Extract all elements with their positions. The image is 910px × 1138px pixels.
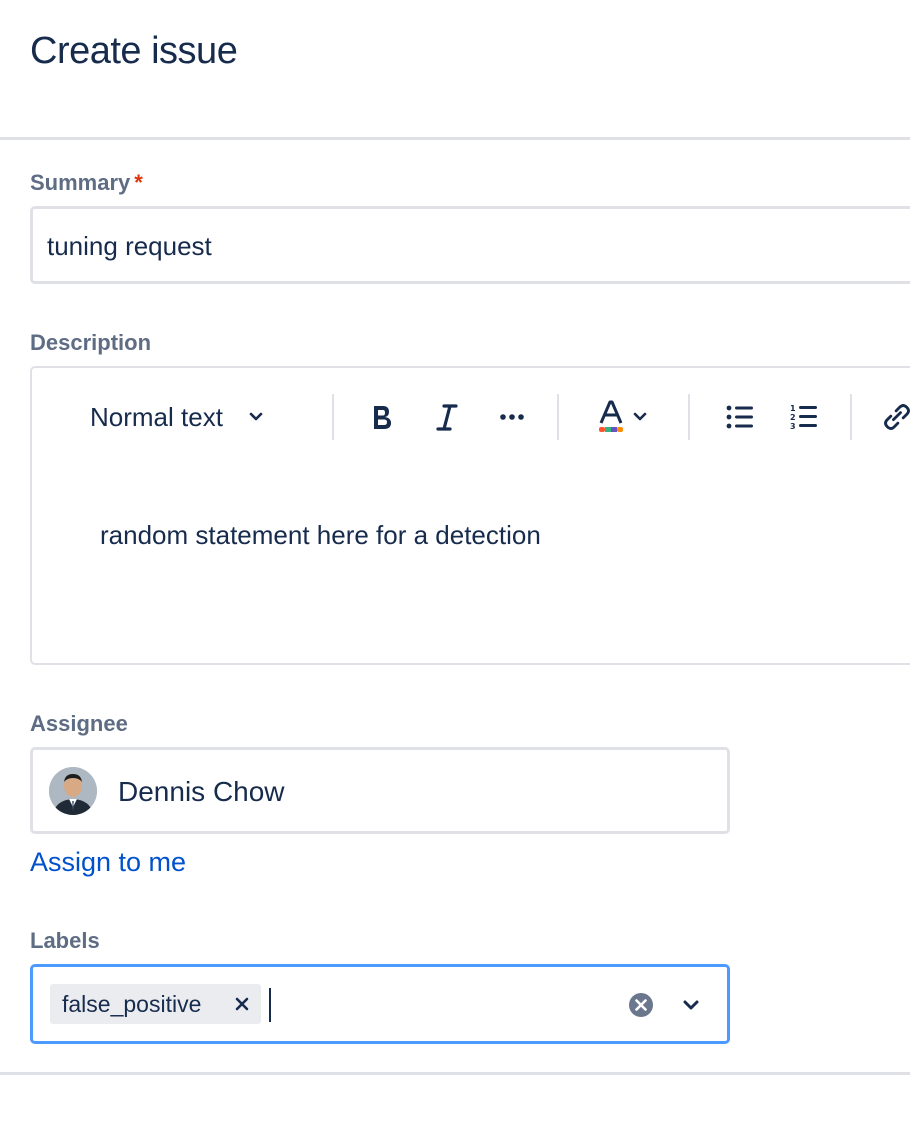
chevron-down-icon (633, 412, 647, 421)
svg-text:2: 2 (790, 413, 796, 422)
text-cursor (269, 988, 271, 1022)
text-style-dropdown[interactable]: Normal text (90, 390, 267, 444)
summary-input[interactable]: tuning request (30, 206, 910, 284)
labels-label: Labels (30, 928, 100, 953)
italic-button[interactable] (427, 390, 467, 444)
numbered-list-button[interactable]: 123 (784, 390, 824, 444)
toolbar-separator (557, 394, 559, 440)
label-chip: false_positive (50, 984, 261, 1024)
bold-button[interactable] (362, 390, 402, 444)
footer-divider (0, 1072, 910, 1075)
labels-input[interactable]: false_positive (30, 964, 730, 1044)
toolbar-separator (332, 394, 334, 440)
label-chip-text: false_positive (62, 991, 202, 1017)
bullet-list-icon (726, 405, 753, 429)
svg-text:1: 1 (790, 404, 796, 413)
bullet-list-button[interactable] (720, 390, 760, 444)
remove-label-icon[interactable] (230, 992, 254, 1016)
italic-icon (436, 404, 458, 431)
chevron-down-icon[interactable] (677, 991, 705, 1019)
required-marker: * (134, 170, 143, 195)
toolbar-separator (850, 394, 852, 440)
header-divider (0, 137, 910, 140)
link-icon (884, 404, 910, 430)
chevron-down-icon (249, 412, 263, 421)
numbered-list-icon: 123 (790, 404, 817, 430)
more-formatting-button[interactable] (492, 390, 532, 444)
description-content[interactable]: random statement here for a detection (100, 520, 541, 551)
text-style-label: Normal text (90, 401, 223, 432)
assignee-select[interactable]: Dennis Chow (30, 747, 730, 834)
text-color-button[interactable] (592, 390, 654, 444)
editor-toolbar: Normal text 123 (32, 390, 910, 444)
toolbar-separator (688, 394, 690, 440)
user-avatar-icon (49, 767, 97, 815)
avatar (49, 767, 97, 815)
more-icon (500, 414, 524, 420)
summary-label: Summary * (30, 170, 143, 195)
bold-icon (374, 406, 391, 429)
description-editor[interactable]: Normal text 123 random statement here fo… (30, 366, 910, 665)
summary-value: tuning request (47, 231, 212, 261)
assign-to-me-link[interactable]: Assign to me (30, 847, 186, 878)
description-label: Description (30, 330, 152, 355)
assignee-name: Dennis Chow (118, 776, 285, 807)
clear-icon[interactable] (627, 991, 655, 1019)
assignee-label: Assignee (30, 711, 128, 736)
dialog-title: Create issue (30, 30, 238, 72)
text-color-icon (599, 400, 623, 432)
link-button[interactable] (882, 390, 910, 444)
svg-text:3: 3 (790, 422, 796, 430)
